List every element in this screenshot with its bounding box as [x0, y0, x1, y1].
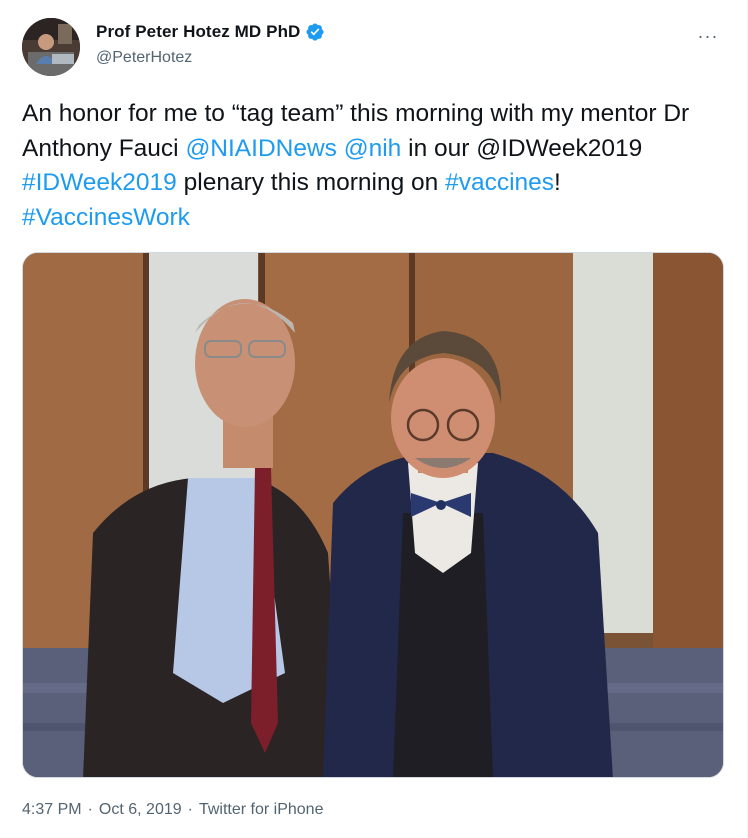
mention-link[interactable]: @NIAIDNews — [185, 135, 336, 162]
tweet-text-segment — [337, 135, 344, 162]
meta-separator: · — [87, 801, 93, 818]
mention-link[interactable]: @nih — [344, 135, 402, 162]
tweet: Prof Peter Hotez MD PhD @PeterHotez ··· … — [0, 0, 748, 838]
tweet-meta: 4:37 PM · Oct 6, 2019 · Twitter for iPho… — [22, 801, 323, 819]
tweet-date[interactable]: Oct 6, 2019 — [99, 801, 182, 819]
tweet-text-segment: plenary this morning on — [176, 169, 446, 196]
avatar-image — [22, 18, 80, 76]
tweet-photo[interactable] — [22, 252, 724, 778]
tweet-text-segment: in our @IDWeek2019 — [401, 134, 643, 162]
meta-separator: · — [187, 801, 193, 818]
tweet-header: Prof Peter Hotez MD PhD @PeterHotez ··· — [22, 18, 722, 78]
more-options-icon[interactable]: ··· — [696, 24, 720, 48]
verified-badge-icon — [305, 22, 325, 42]
hashtag-link[interactable]: #vaccines — [445, 169, 554, 196]
avatar[interactable] — [22, 18, 80, 76]
author-name-row: Prof Peter Hotez MD PhD — [96, 22, 325, 42]
hashtag-link[interactable]: #VaccinesWork — [22, 204, 190, 231]
hashtag-link[interactable]: #IDWeek2019 — [22, 169, 177, 196]
tweet-text: An honor for me to “tag team” this morni… — [22, 97, 722, 235]
tweet-text-segment: ! — [554, 169, 561, 196]
photo-image — [23, 253, 723, 777]
author-name[interactable]: Prof Peter Hotez MD PhD — [96, 22, 300, 42]
tweet-source[interactable]: Twitter for iPhone — [199, 801, 324, 819]
author-handle[interactable]: @PeterHotez — [96, 49, 192, 67]
tweet-time[interactable]: 4:37 PM — [22, 801, 82, 819]
